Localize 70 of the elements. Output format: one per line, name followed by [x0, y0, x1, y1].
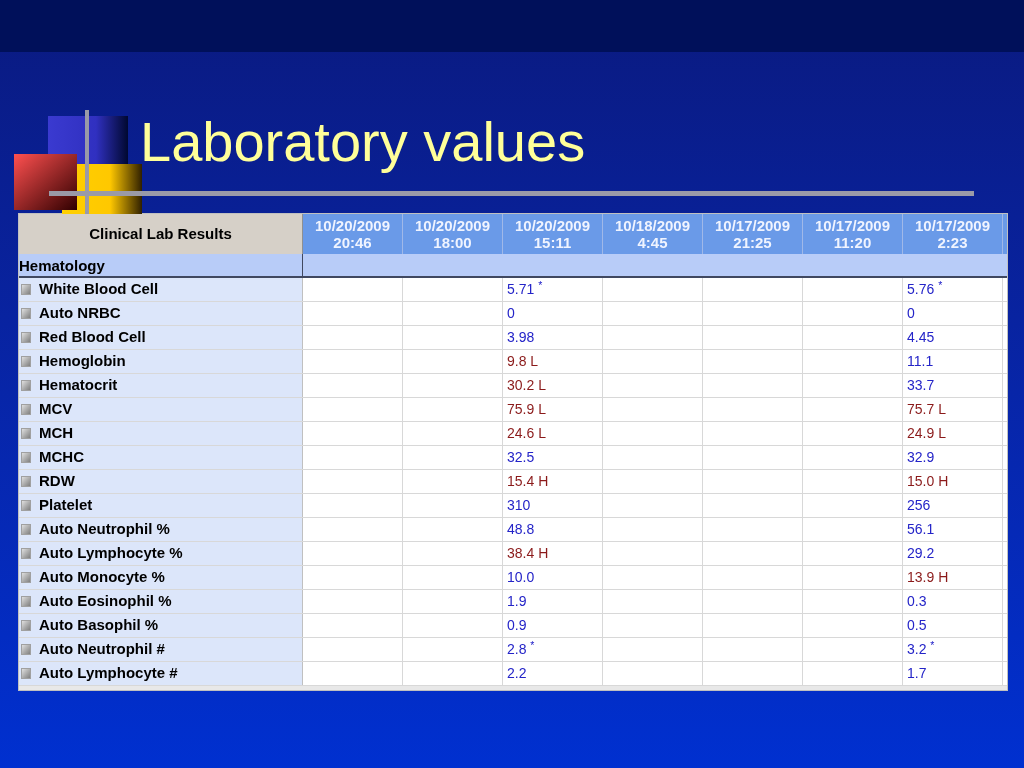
test-name: Platelet: [39, 495, 93, 516]
test-name: Auto Monocyte %: [39, 567, 165, 588]
result-value: 2.8 $^{*}$: [507, 639, 535, 659]
row-marker-icon: [21, 476, 31, 487]
row-marker-icon: [21, 380, 31, 391]
row-marker-icon: [21, 284, 31, 295]
row-marker-icon: [21, 668, 31, 679]
result-value: 38.4 H: [507, 544, 549, 563]
result-value: 33.7: [907, 376, 935, 395]
result-value: 48.8: [507, 520, 535, 539]
result-value: 56.1: [907, 520, 935, 539]
row-marker-icon: [21, 356, 31, 367]
test-name: Hemoglobin: [39, 351, 126, 372]
result-value: 15.0 H: [907, 472, 949, 491]
row-marker-icon: [21, 596, 31, 607]
result-value: 30.2 L: [507, 376, 546, 395]
result-value: 3.2 $^{*}$: [907, 639, 935, 659]
result-value: 1.7: [907, 664, 927, 683]
row-marker-icon: [21, 308, 31, 319]
test-name: Auto NRBC: [39, 303, 121, 324]
row-marker-icon: [21, 548, 31, 559]
test-name: RDW: [39, 471, 75, 492]
result-value: 32.5: [507, 448, 535, 467]
test-name: Auto Lymphocyte #: [39, 663, 178, 684]
test-name: White Blood Cell: [39, 279, 159, 300]
result-value: 13.9 H: [907, 568, 949, 587]
result-value: 9.8 L: [507, 352, 539, 371]
row-marker-icon: [21, 620, 31, 631]
row-marker-icon: [21, 500, 31, 511]
result-value: 0: [907, 304, 915, 323]
row-marker-icon: [21, 404, 31, 415]
row-marker-icon: [21, 644, 31, 655]
test-name: MCH: [39, 423, 74, 444]
result-value: 75.7 L: [907, 400, 946, 419]
result-value: 10.0: [507, 568, 535, 587]
test-name: Red Blood Cell: [39, 327, 146, 348]
result-value: 32.9: [907, 448, 935, 467]
test-name: Auto Eosinophil %: [39, 591, 172, 612]
result-value: 3.98: [507, 328, 535, 347]
row-marker-icon: [21, 452, 31, 463]
result-value: 75.9 L: [507, 400, 546, 419]
result-value: 0.3: [907, 592, 927, 611]
result-value: 0.5: [907, 616, 927, 635]
result-value: 29.2: [907, 544, 935, 563]
result-value: 15.4 H: [507, 472, 549, 491]
result-value: 310: [507, 496, 531, 515]
column-header: Clinical Lab Results: [19, 214, 303, 254]
result-value: 0.9: [507, 616, 527, 635]
test-name: MCHC: [39, 447, 84, 468]
test-name: Auto Neutrophil %: [39, 519, 170, 540]
test-name: Auto Neutrophil #: [39, 639, 165, 660]
section-label: Hematology: [19, 254, 303, 276]
result-value: 24.9 L: [907, 424, 946, 443]
row-marker-icon: [21, 332, 31, 343]
row-marker-icon: [21, 524, 31, 535]
result-value: 5.71 $^{*}$: [507, 279, 543, 299]
test-name: Hematocrit: [39, 375, 118, 396]
result-value: 2.2: [507, 664, 527, 683]
result-value: 1.9: [507, 592, 527, 611]
row-marker-icon: [21, 428, 31, 439]
result-value: 0: [507, 304, 515, 323]
test-name: MCV: [39, 399, 73, 420]
result-value: 24.6 L: [507, 424, 546, 443]
result-value: 11.1: [907, 352, 934, 371]
result-value: 5.76 $^{*}$: [907, 279, 943, 299]
row-marker-icon: [21, 572, 31, 583]
result-value: 4.45: [907, 328, 935, 347]
test-name: Auto Basophil %: [39, 615, 159, 636]
test-name: Auto Lymphocyte %: [39, 543, 183, 564]
result-value: 256: [907, 496, 931, 515]
